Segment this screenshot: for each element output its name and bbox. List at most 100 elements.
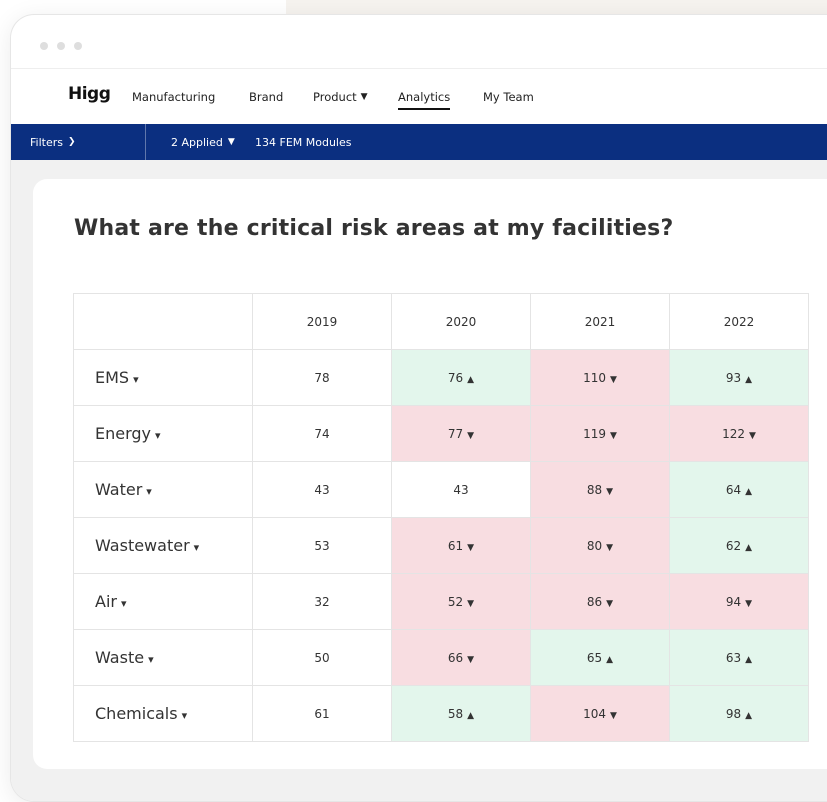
table-cell: 93 ▲	[669, 349, 809, 406]
chevron-down-icon: ▾	[155, 429, 161, 442]
column-header-year: 2019	[252, 293, 392, 350]
cell-value: 78	[314, 370, 330, 385]
column-header-empty	[73, 293, 253, 350]
fem-modules-count: 134 FEM Modules	[255, 136, 352, 149]
cell-value: 80	[586, 538, 603, 553]
content-area: What are the critical risk areas at my f…	[11, 160, 827, 801]
nav-item-product[interactable]: Product ▼	[313, 90, 368, 104]
cell-value: 76	[447, 370, 464, 385]
table-row: Wastewater ▾ 53 61 ▼ 80 ▼ 62 ▲	[73, 517, 809, 574]
cell-value: 61	[314, 706, 330, 721]
cell-value: 119	[583, 426, 606, 441]
table-cell: 53	[252, 517, 392, 574]
triangle-down-icon: ▼	[609, 430, 617, 441]
cell-value: 61	[447, 538, 464, 553]
table-cell: 58 ▲	[391, 685, 531, 742]
column-header-year: 2020	[391, 293, 531, 350]
table-cell: 94 ▼	[669, 573, 809, 630]
filter-bar: Filters ❯ 2 Applied ▼ 134 FEM Modules	[11, 124, 827, 160]
cell-value: 50	[314, 650, 330, 665]
row-label-text: Energy	[95, 424, 152, 443]
cell-value: 93	[725, 370, 742, 385]
filter-divider	[145, 124, 146, 160]
table-row: Water ▾ 43 43 88 ▼ 64 ▲	[73, 461, 809, 518]
chevron-down-icon: ▾	[148, 653, 154, 666]
triangle-down-icon: ▼	[606, 542, 614, 553]
browser-window: Higg Manufacturing Brand Product ▼ Analy…	[10, 14, 827, 802]
risk-table: 2019 2020 2021 2022 EMS ▾ 78 76 ▲ 110 ▼ 93 ▲ Energy ▾…	[73, 293, 809, 742]
nav-item-label: Product	[313, 90, 357, 104]
cell-value: 88	[586, 482, 603, 497]
column-header-year: 2021	[530, 293, 670, 350]
triangle-down-icon: ▼	[467, 430, 475, 441]
row-label-text: Wastewater	[95, 536, 190, 555]
cell-value: 64	[725, 482, 742, 497]
nav-item-label: Analytics	[398, 90, 451, 104]
row-label-waste[interactable]: Waste ▾	[73, 629, 253, 686]
cell-value: 63	[725, 650, 742, 665]
cell-value: 43	[314, 482, 330, 497]
chevron-down-icon: ▾	[146, 485, 152, 498]
row-label-energy[interactable]: Energy ▾	[73, 405, 253, 462]
nav-item-label: Manufacturing	[132, 90, 216, 104]
nav-item-manufacturing[interactable]: Manufacturing	[132, 90, 215, 104]
cell-value: 74	[314, 426, 330, 441]
table-cell: 65 ▲	[530, 629, 670, 686]
nav-item-brand[interactable]: Brand	[249, 90, 283, 104]
triangle-up-icon: ▲	[467, 374, 475, 385]
cell-value: 98	[725, 706, 742, 721]
table-row: Energy ▾ 74 77 ▼ 119 ▼ 122 ▼	[73, 405, 809, 462]
triangle-down-icon: ▼	[748, 430, 756, 441]
table-cell: 88 ▼	[530, 461, 670, 518]
higg-logo[interactable]: Higg	[68, 84, 111, 104]
triangle-down-icon: ▼	[606, 598, 614, 609]
row-label-text: Water	[95, 480, 143, 499]
row-label-chemicals[interactable]: Chemicals ▾	[73, 685, 253, 742]
nav-item-my-team[interactable]: My Team	[483, 90, 534, 104]
triangle-down-icon: ▼	[467, 598, 475, 609]
row-label-water[interactable]: Water ▾	[73, 461, 253, 518]
table-row: Chemicals ▾ 61 58 ▲ 104 ▼ 98 ▲	[73, 685, 809, 742]
row-label-air[interactable]: Air ▾	[73, 573, 253, 630]
row-label-text: Waste	[95, 648, 145, 667]
table-cell: 74	[252, 405, 392, 462]
applied-filters-label: 2 Applied	[171, 136, 223, 149]
chevron-down-icon: ▾	[181, 709, 188, 722]
fem-modules-label: 134 FEM Modules	[255, 136, 352, 149]
cell-value: 122	[722, 426, 745, 441]
row-label-ems[interactable]: EMS ▾	[73, 349, 253, 406]
nav-item-analytics[interactable]: Analytics	[398, 90, 451, 110]
applied-filters-dropdown[interactable]: 2 Applied ▼	[171, 136, 235, 149]
table-cell: 50	[252, 629, 392, 686]
filters-button[interactable]: Filters ❯	[30, 136, 76, 149]
table-cell: 52 ▼	[391, 573, 531, 630]
table-cell: 77 ▼	[391, 405, 531, 462]
table-cell: 86 ▼	[530, 573, 670, 630]
cell-value: 104	[583, 706, 606, 721]
table-header-row: 2019 2020 2021 2022	[73, 293, 809, 350]
cell-value: 32	[314, 594, 330, 609]
cell-value: 52	[447, 594, 464, 609]
table-cell: 62 ▲	[669, 517, 809, 574]
window-controls	[40, 42, 82, 50]
triangle-up-icon: ▲	[467, 710, 475, 721]
table-cell: 66 ▼	[391, 629, 531, 686]
top-navigation: Higg Manufacturing Brand Product ▼ Analy…	[11, 68, 827, 124]
table-cell: 64 ▲	[669, 461, 809, 518]
triangle-down-icon: ▼	[606, 486, 614, 497]
cell-value: 86	[586, 594, 603, 609]
row-label-wastewater[interactable]: Wastewater ▾	[73, 517, 253, 574]
chevron-down-icon: ▾	[120, 597, 127, 610]
table-cell: 78	[252, 349, 392, 406]
dot-icon[interactable]	[74, 42, 82, 50]
table-cell: 80 ▼	[530, 517, 670, 574]
table-cell: 104 ▼	[530, 685, 670, 742]
triangle-down-icon: ▼	[609, 374, 617, 385]
dot-icon[interactable]	[40, 42, 48, 50]
cell-value: 58	[447, 706, 464, 721]
cell-value: 53	[314, 538, 330, 553]
cell-value: 94	[725, 594, 742, 609]
dot-icon[interactable]	[57, 42, 65, 50]
triangle-up-icon: ▲	[745, 486, 753, 497]
row-label-text: Chemicals	[95, 704, 178, 723]
